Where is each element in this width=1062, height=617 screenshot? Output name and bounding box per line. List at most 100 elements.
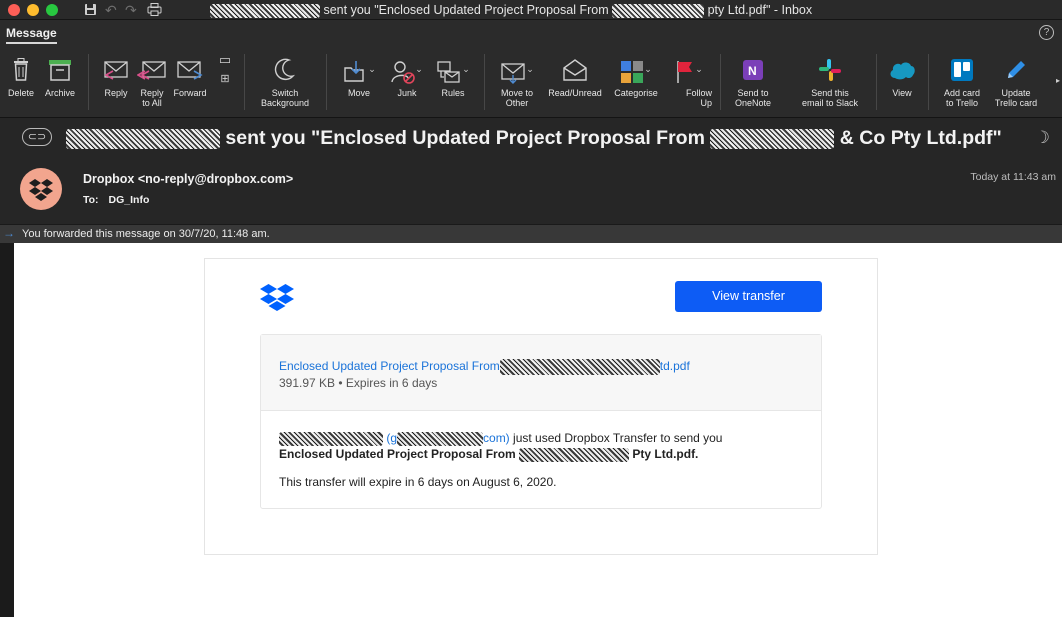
sender-email-start: (g [386,431,398,445]
redacted-company-name [710,128,835,149]
add-trello-card-button[interactable]: Add card to Trello [936,50,988,108]
switch-background-button[interactable]: Switch Background [252,50,318,108]
update-trello-card-button[interactable]: Update Trello card [988,50,1044,108]
salesforce-view-label: View [892,88,912,98]
reply-icon [98,50,134,88]
salesforce-icon [882,50,922,88]
ribbon-tab-row: Message ? [0,20,1062,46]
reply-all-button[interactable]: Reply to All [134,50,170,108]
avatar [20,168,62,210]
redo-icon[interactable]: ↷ [125,1,137,19]
file-name-bold-end: Pty Ltd.pdf. [632,447,699,461]
ribbon-separator [720,54,721,110]
read-unread-button[interactable]: Read/Unread [542,50,608,98]
reply-all-icon [134,50,170,88]
ribbon-overflow-icon[interactable]: ▸ [1056,76,1060,85]
redacted-sender-name [210,3,320,18]
archive-icon [40,50,80,88]
rules-icon: ⌄ [432,50,474,88]
follow-up-button[interactable]: ⌄ Follow Up [666,50,712,108]
flag-icon: ⌄ [666,50,712,88]
email-card: View transfer Enclosed Updated Project P… [204,258,878,555]
reply-all-label: Reply to All [140,88,164,108]
file-link[interactable]: Enclosed Updated Project Proposal From td… [279,359,690,375]
forward-button[interactable]: Forward [170,50,210,98]
move-other-icon: ⌄ [494,50,540,88]
redacted-sender-name [279,431,383,446]
window-title-text: sent you "Enclosed Updated Project Propo… [323,3,609,17]
undo-icon[interactable]: ↶ [105,1,117,19]
categorise-button[interactable]: ⌄ Categorise [608,50,664,98]
pencil-icon [988,50,1044,88]
attachment-tools-button[interactable]: ▭ ⊞ [213,52,237,90]
file-name-end: td.pdf [659,359,690,374]
message-back-button[interactable]: ⊂⊃ [22,128,52,146]
junk-icon: ⌄ [384,50,430,88]
inbox-tray-icon: ⊂⊃ [27,131,47,143]
forward-notice-bar: → You forwarded this message on 30/7/20,… [0,224,1062,243]
forward-label: Forward [173,88,207,98]
meeting-icon: ⊞ [220,73,230,85]
salesforce-view-button[interactable]: View [882,50,922,98]
expiry-notice: This transfer will expire in 6 days on A… [279,475,557,489]
forward-icon [170,50,210,88]
print-icon[interactable] [147,1,162,19]
rules-button[interactable]: ⌄ Rules [432,50,474,98]
junk-label: Junk [397,88,417,98]
message-subject: sent you "Enclosed Updated Project Propo… [66,127,1002,150]
sender-name[interactable]: Dropbox <no-reply@dropbox.com> [83,172,293,186]
message-body: View transfer Enclosed Updated Project P… [14,243,1062,617]
categorise-icon: ⌄ [608,50,664,88]
move-button[interactable]: ⌄ Move [336,50,382,98]
window-title: sent you "Enclosed Updated Project Propo… [210,0,812,20]
transfer-message-line1: (g com) just used Dropbox Transfer to sen… [279,431,722,446]
redacted-sender-name [66,128,220,149]
subject-text-end: & Co Pty Ltd.pdf" [839,127,1002,149]
delete-label: Delete [7,88,34,98]
rules-label: Rules [441,88,465,98]
title-bar: ↶ ↷ sent you "Enclosed Updated Project P… [0,0,1062,20]
trash-icon [4,50,38,88]
subject-bar: ⊂⊃ sent you "Enclosed Updated Project Pr… [0,118,1062,160]
ribbon-toolbar: Message ? Delete Archive Reply Reply to … [0,20,1062,118]
moon-icon [252,50,318,88]
archive-button[interactable]: Archive [40,50,80,98]
read-unread-label: Read/Unread [548,88,602,98]
view-transfer-button[interactable]: View transfer [675,281,822,312]
onenote-icon: N [726,50,780,88]
junk-button[interactable]: ⌄ Junk [384,50,430,98]
move-to-other-button[interactable]: ⌄ Move to Other [494,50,540,108]
to-label: To: [83,194,99,206]
ribbon-separator [876,54,877,110]
ribbon-separator [88,54,89,110]
dropbox-logo-icon [29,179,53,201]
help-icon[interactable]: ? [1039,25,1054,40]
minimize-window-button[interactable] [27,4,39,16]
reply-label: Reply [104,88,128,98]
recipient-name[interactable]: DG_Info [109,194,150,206]
slack-icon [790,50,870,88]
ribbon-separator [244,54,245,110]
ribbon-separator [928,54,929,110]
reply-button[interactable]: Reply [98,50,134,98]
zoom-window-button[interactable] [46,4,58,16]
message-header: Dropbox <no-reply@dropbox.com> To: DG_Inf… [0,160,1062,224]
save-icon[interactable] [84,1,97,19]
message-timestamp: Today at 11:43 am [970,171,1056,183]
send-to-slack-button[interactable]: Send this email to Slack [790,50,870,108]
sender-email-end: com) [483,431,510,445]
tab-message[interactable]: Message [6,26,57,44]
window-title-tail: pty Ltd.pdf" - Inbox [707,3,813,17]
update-trello-card-label: Update Trello card [994,88,1038,108]
file-meta: 391.97 KB • Expires in 6 days [279,376,438,390]
add-trello-card-label: Add card to Trello [943,88,981,108]
delete-button[interactable]: Delete [4,50,38,98]
redacted-company-name [612,3,705,18]
archive-label: Archive [44,88,75,98]
sender-email-link[interactable]: (g com) [386,431,510,446]
moon-icon[interactable]: ☽ [1035,128,1050,148]
redacted-email [397,431,484,446]
send-to-onenote-button[interactable]: N Send to OneNote [726,50,780,108]
close-window-button[interactable] [8,4,20,16]
ribbon-separator [326,54,327,110]
